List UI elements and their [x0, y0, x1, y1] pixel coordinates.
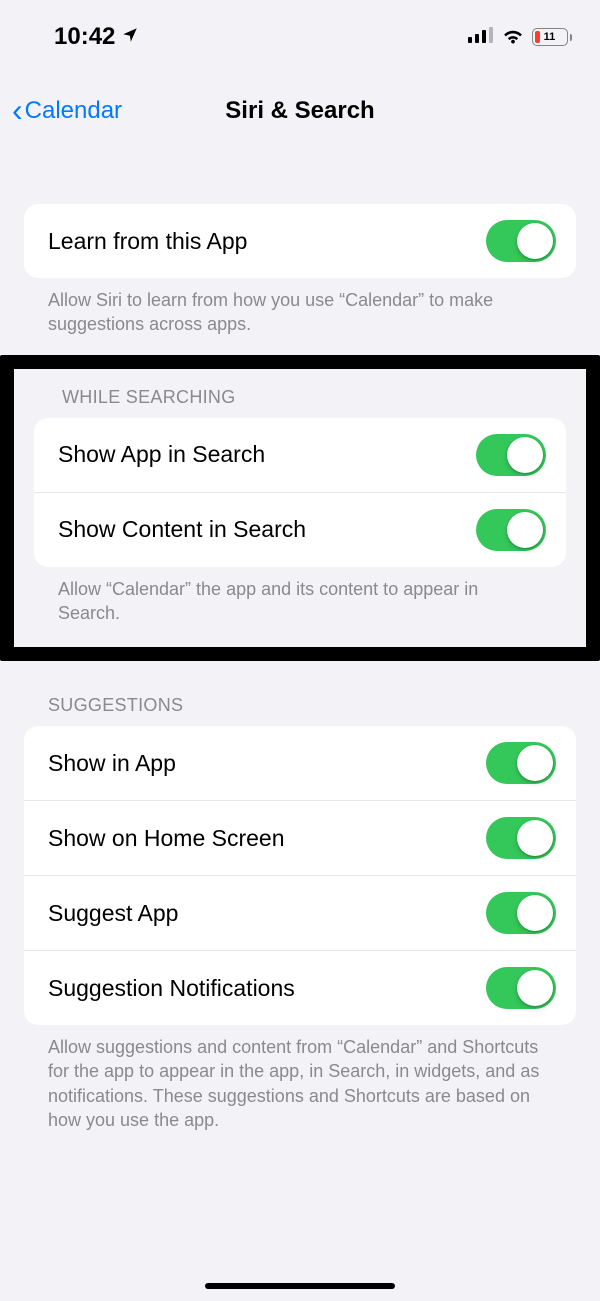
- row-label: Suggest App: [48, 900, 178, 927]
- status-bar: 10:42 11: [0, 0, 600, 60]
- toggle-show-content-in-search[interactable]: [476, 509, 546, 551]
- section-footer: Allow Siri to learn from how you use “Ca…: [0, 278, 600, 337]
- back-label: Calendar: [25, 97, 122, 125]
- section-header: WHILE SEARCHING: [14, 385, 586, 418]
- toggle-show-app-in-search[interactable]: [476, 434, 546, 476]
- row-suggest-app[interactable]: Suggest App: [24, 875, 576, 950]
- row-show-in-app[interactable]: Show in App: [24, 726, 576, 800]
- row-label: Show App in Search: [58, 441, 265, 468]
- toggle-suggestion-notifications[interactable]: [486, 967, 556, 1009]
- row-learn-from-app[interactable]: Learn from this App: [24, 204, 576, 278]
- toggle-show-in-app[interactable]: [486, 742, 556, 784]
- section-suggestions: SUGGESTIONS Show in App Show on Home Scr…: [0, 695, 600, 1132]
- nav-bar: ‹ Calendar Siri & Search: [0, 80, 600, 142]
- status-right: 11: [468, 26, 573, 49]
- row-show-on-home-screen[interactable]: Show on Home Screen: [24, 800, 576, 875]
- page-title: Siri & Search: [225, 97, 374, 125]
- location-icon: [121, 23, 139, 51]
- row-show-content-in-search[interactable]: Show Content in Search: [34, 492, 566, 567]
- chevron-left-icon: ‹: [12, 94, 23, 126]
- group-suggestions: Show in App Show on Home Screen Suggest …: [24, 726, 576, 1025]
- back-button[interactable]: ‹ Calendar: [12, 96, 122, 126]
- battery-icon: 11: [532, 28, 573, 46]
- section-footer: Allow suggestions and content from “Cale…: [0, 1025, 600, 1132]
- section-learn: Learn from this App Allow Siri to learn …: [0, 204, 600, 337]
- wifi-icon: [501, 26, 525, 49]
- highlight-while-searching: WHILE SEARCHING Show App in Search Show …: [0, 355, 600, 662]
- section-footer: Allow “Calendar” the app and its content…: [14, 567, 586, 626]
- status-left: 10:42: [54, 23, 139, 51]
- section-header: SUGGESTIONS: [0, 695, 600, 726]
- group-learn: Learn from this App: [24, 204, 576, 278]
- home-indicator[interactable]: [205, 1283, 395, 1289]
- row-label: Suggestion Notifications: [48, 975, 295, 1002]
- status-time: 10:42: [54, 23, 115, 51]
- row-show-app-in-search[interactable]: Show App in Search: [34, 418, 566, 492]
- row-label: Learn from this App: [48, 228, 247, 255]
- battery-percent: 11: [544, 31, 556, 43]
- group-while-searching: Show App in Search Show Content in Searc…: [34, 418, 566, 567]
- row-suggestion-notifications[interactable]: Suggestion Notifications: [24, 950, 576, 1025]
- row-label: Show in App: [48, 750, 176, 777]
- toggle-learn-from-app[interactable]: [486, 220, 556, 262]
- toggle-suggest-app[interactable]: [486, 892, 556, 934]
- row-label: Show on Home Screen: [48, 825, 285, 852]
- toggle-show-on-home-screen[interactable]: [486, 817, 556, 859]
- row-label: Show Content in Search: [58, 516, 306, 543]
- cellular-icon: [468, 27, 494, 48]
